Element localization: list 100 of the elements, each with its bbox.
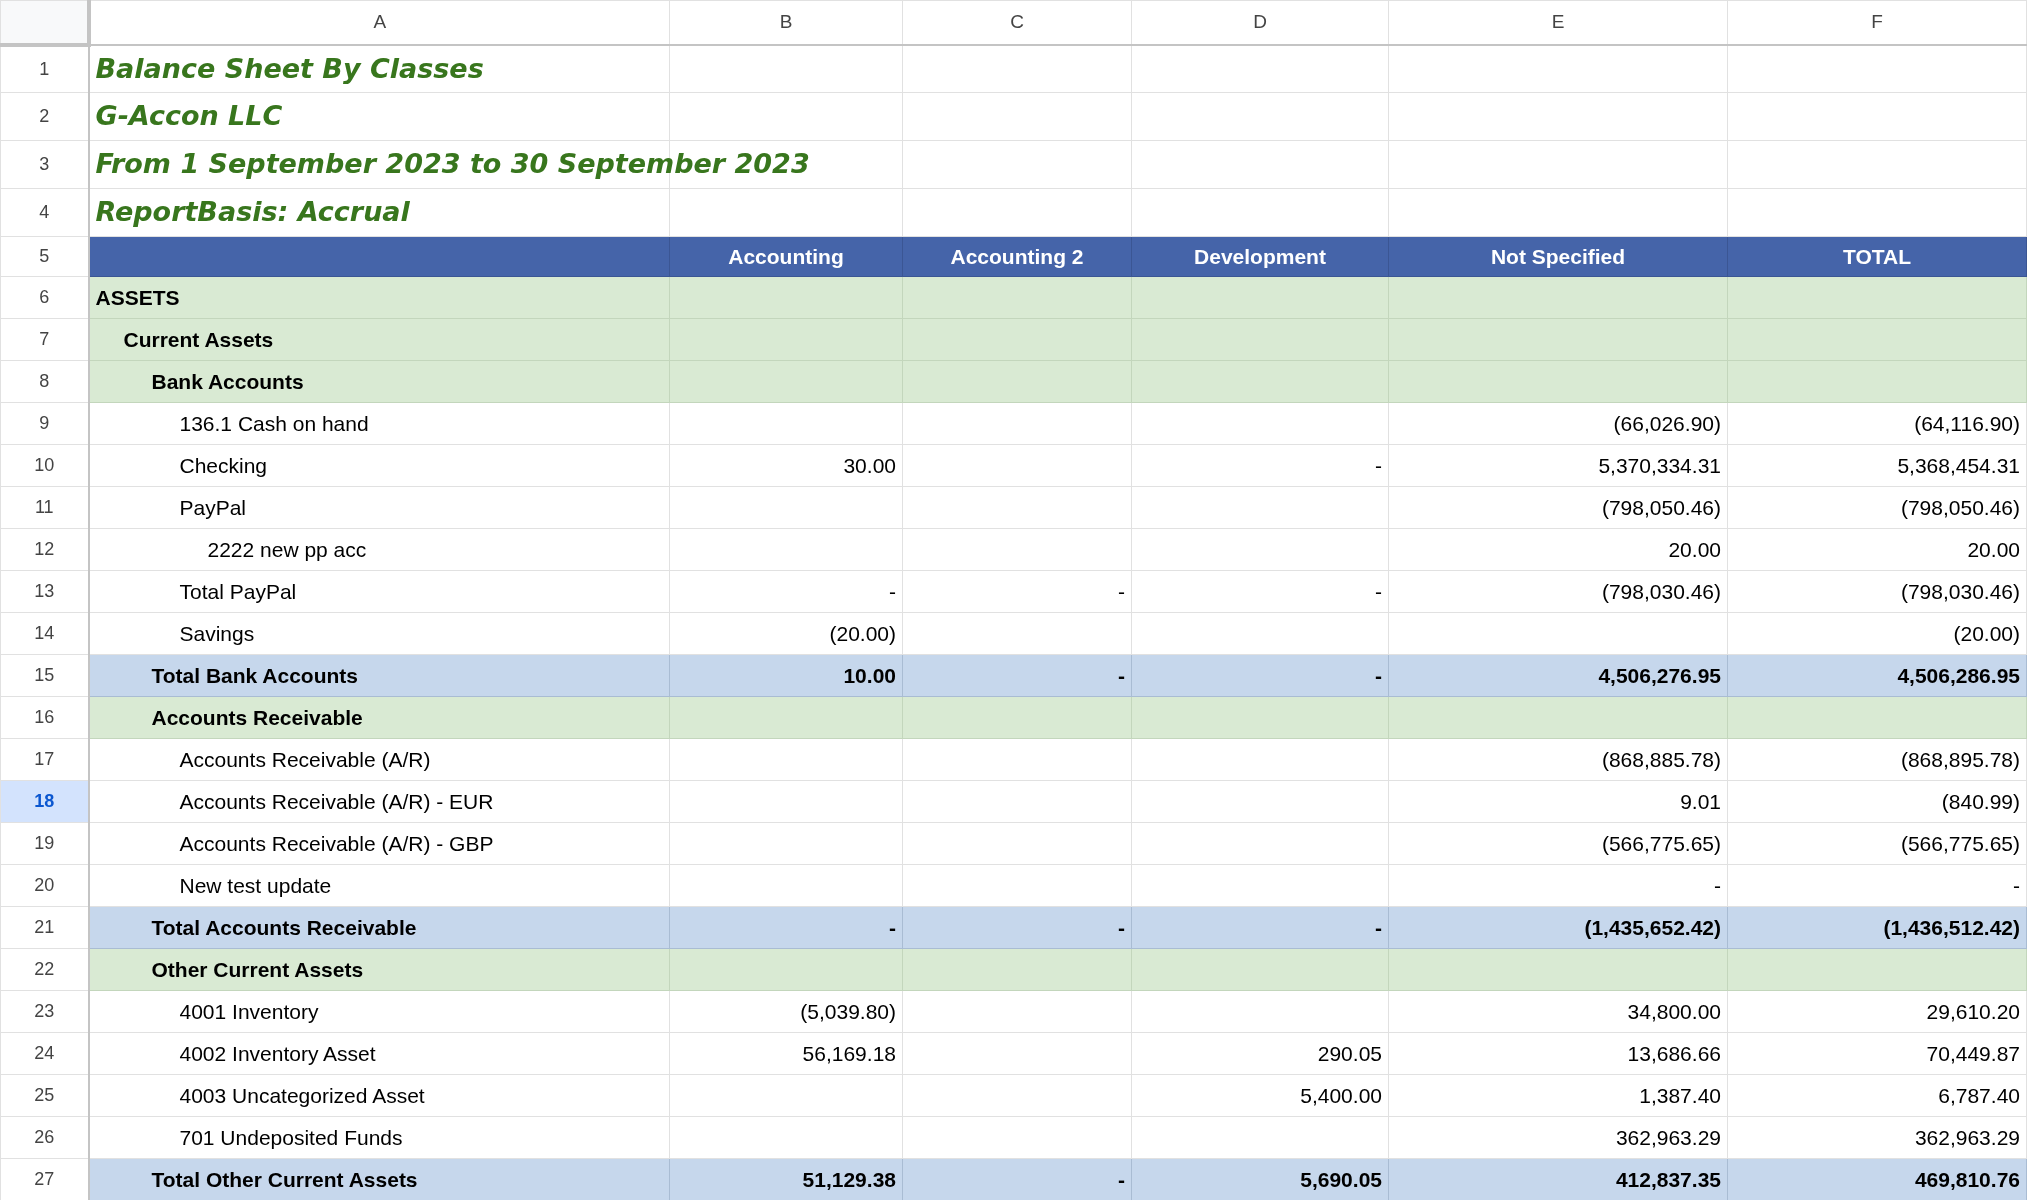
row-number[interactable]: 10 bbox=[0, 444, 89, 487]
row-number[interactable]: 1 bbox=[0, 44, 89, 93]
column-header[interactable]: D bbox=[1131, 0, 1389, 45]
row-number[interactable]: 14 bbox=[0, 612, 89, 655]
amount: - bbox=[1118, 663, 1125, 687]
column-title: TOTAL bbox=[1842, 244, 1911, 268]
account-label: 4002 Inventory Asset bbox=[179, 1041, 376, 1065]
amount: 4,506,276.95 bbox=[1598, 663, 1721, 687]
amount: (66,026.90) bbox=[1613, 411, 1721, 435]
amount: (868,885.78) bbox=[1601, 747, 1721, 771]
column-title: Accounting 2 bbox=[950, 244, 1084, 268]
row-number[interactable]: 24 bbox=[0, 1032, 89, 1075]
account-label: Accounts Receivable (A/R) - GBP bbox=[179, 831, 494, 855]
account-label: 4003 Uncategorized Asset bbox=[179, 1083, 425, 1107]
select-all-corner[interactable] bbox=[0, 0, 89, 45]
amount: - bbox=[1118, 1167, 1125, 1191]
amount: 1,387.40 bbox=[1639, 1083, 1721, 1107]
row-number[interactable]: 7 bbox=[0, 318, 89, 361]
account-label: New test update bbox=[179, 873, 332, 897]
row-number[interactable]: 15 bbox=[0, 654, 89, 697]
amount: - bbox=[1375, 453, 1382, 477]
amount: (798,050.46) bbox=[1601, 495, 1721, 519]
row-number[interactable]: 12 bbox=[0, 528, 89, 571]
row-number[interactable]: 4 bbox=[0, 188, 89, 237]
amount: (1,436,512.42) bbox=[1883, 915, 2020, 939]
row-number[interactable]: 23 bbox=[0, 990, 89, 1033]
column-header[interactable]: B bbox=[669, 0, 903, 45]
row-number[interactable]: 21 bbox=[0, 906, 89, 949]
total-label: Total Accounts Receivable bbox=[151, 915, 417, 939]
amount: 290.05 bbox=[1317, 1041, 1382, 1065]
amount: 13,686.66 bbox=[1627, 1041, 1721, 1065]
report-title: ReportBasis: Accrual bbox=[95, 196, 410, 228]
column-header[interactable]: A bbox=[88, 0, 670, 45]
amount: (20.00) bbox=[1953, 621, 2020, 645]
group-label: Accounts Receivable bbox=[151, 705, 363, 729]
row-number[interactable]: 13 bbox=[0, 570, 89, 613]
account-label: Accounts Receivable (A/R) bbox=[179, 747, 431, 771]
row-number[interactable]: 22 bbox=[0, 948, 89, 991]
amount: (868,895.78) bbox=[1900, 747, 2020, 771]
account-label: 701 Undeposited Funds bbox=[179, 1125, 403, 1149]
account-label: Accounts Receivable (A/R) - EUR bbox=[179, 789, 494, 813]
account-label: 2222 new pp acc bbox=[207, 537, 367, 561]
row-number[interactable]: 26 bbox=[0, 1116, 89, 1159]
row-number[interactable]: 6 bbox=[0, 276, 89, 319]
row-number[interactable]: 17 bbox=[0, 738, 89, 781]
row-number[interactable]: 20 bbox=[0, 864, 89, 907]
account-label: Checking bbox=[179, 453, 268, 477]
amount: 29,610.20 bbox=[1926, 999, 2020, 1023]
account-label: 136.1 Cash on hand bbox=[179, 411, 369, 435]
row-number[interactable]: 2 bbox=[0, 92, 89, 141]
amount: - bbox=[1375, 663, 1382, 687]
amount: 20.00 bbox=[1668, 537, 1721, 561]
row-number[interactable]: 18 bbox=[0, 780, 89, 823]
amount: (840.99) bbox=[1941, 789, 2020, 813]
amount: 469,810.76 bbox=[1914, 1167, 2020, 1191]
column-header[interactable]: C bbox=[902, 0, 1132, 45]
amount: 10.00 bbox=[843, 663, 896, 687]
row-number[interactable]: 9 bbox=[0, 402, 89, 445]
row-number[interactable]: 25 bbox=[0, 1074, 89, 1117]
amount: (64,116.90) bbox=[1914, 411, 2020, 435]
amount: 4,506,286.95 bbox=[1897, 663, 2020, 687]
total-label: Total Bank Accounts bbox=[151, 663, 359, 687]
account-label: PayPal bbox=[179, 495, 247, 519]
column-title: Development bbox=[1194, 244, 1326, 268]
amount: - bbox=[2013, 873, 2020, 897]
amount: - bbox=[1118, 915, 1125, 939]
amount: 34,800.00 bbox=[1627, 999, 1721, 1023]
account-label: Savings bbox=[179, 621, 255, 645]
amount: (5,039.80) bbox=[800, 999, 896, 1023]
row-number[interactable]: 16 bbox=[0, 696, 89, 739]
row-number[interactable]: 3 bbox=[0, 140, 89, 189]
amount: - bbox=[1375, 915, 1382, 939]
column-header[interactable]: F bbox=[1727, 0, 2027, 45]
row-number[interactable]: 27 bbox=[0, 1158, 89, 1200]
report-title: From 1 September 2023 to 30 September 2023 bbox=[95, 148, 810, 180]
amount: - bbox=[1118, 579, 1125, 603]
amount: 5,400.00 bbox=[1300, 1083, 1382, 1107]
amount: 5,370,334.31 bbox=[1598, 453, 1721, 477]
amount: - bbox=[889, 579, 896, 603]
amount: 56,169.18 bbox=[802, 1041, 896, 1065]
report-title: Balance Sheet By Classes bbox=[95, 52, 484, 84]
amount: 362,963.29 bbox=[1615, 1125, 1721, 1149]
amount: (566,775.65) bbox=[1900, 831, 2020, 855]
row-number[interactable]: 11 bbox=[0, 486, 89, 529]
amount: (566,775.65) bbox=[1601, 831, 1721, 855]
account-label: 4001 Inventory bbox=[179, 999, 319, 1023]
row-number[interactable]: 5 bbox=[0, 236, 89, 277]
amount: (20.00) bbox=[829, 621, 896, 645]
section-label: ASSETS bbox=[95, 285, 180, 309]
row-number[interactable]: 19 bbox=[0, 822, 89, 865]
report-title: G-Accon LLC bbox=[95, 100, 283, 132]
amount: (1,435,652.42) bbox=[1584, 915, 1721, 939]
section-label: Current Assets bbox=[123, 327, 274, 351]
group-label: Bank Accounts bbox=[151, 369, 304, 393]
column-header[interactable]: E bbox=[1388, 0, 1728, 45]
amount: 20.00 bbox=[1967, 537, 2020, 561]
amount: 362,963.29 bbox=[1914, 1125, 2020, 1149]
amount: - bbox=[1714, 873, 1721, 897]
row-number[interactable]: 8 bbox=[0, 360, 89, 403]
amount: 9.01 bbox=[1680, 789, 1721, 813]
